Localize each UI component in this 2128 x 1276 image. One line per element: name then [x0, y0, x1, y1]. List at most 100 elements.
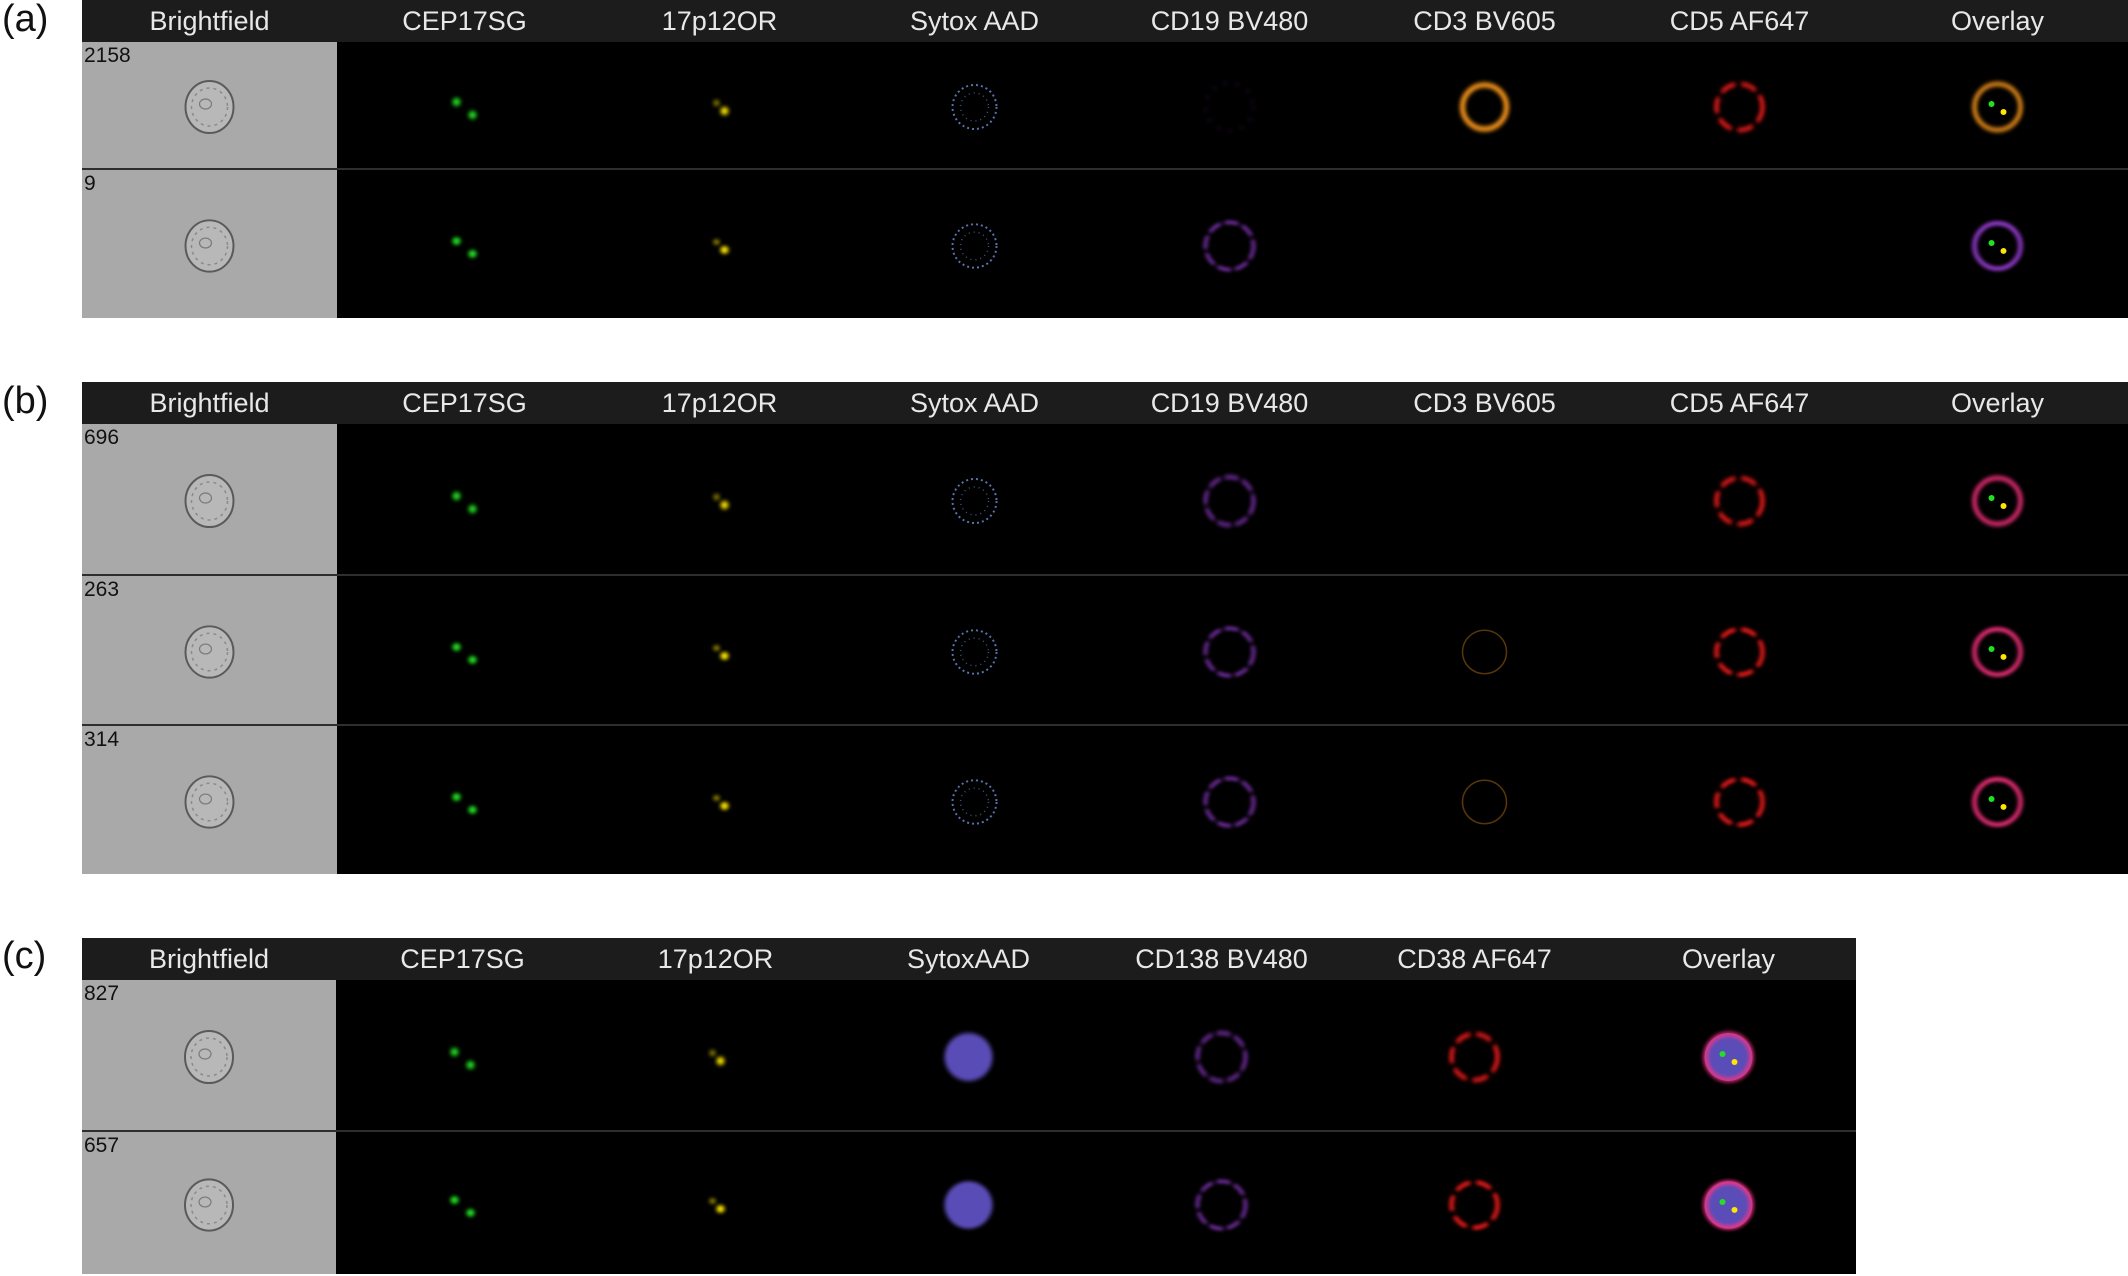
cell-image-17p12or	[592, 576, 847, 724]
channel-brightfield: Brightfield	[149, 388, 270, 418]
micrograph	[452, 98, 477, 119]
cell-image-sytox-aad	[847, 424, 1102, 574]
cell-image-cd138-bv480	[1095, 1132, 1348, 1274]
micrograph	[1357, 424, 1612, 574]
channel-cep17sg: CEP17SG	[402, 388, 527, 418]
cell-row: 696	[82, 424, 2128, 574]
micrograph	[951, 478, 998, 524]
micrograph	[1972, 221, 2023, 271]
cell-image-cd3-bv605	[1357, 424, 1612, 574]
cell-image-cd38-af647	[1348, 1132, 1601, 1274]
channel-brightfield: Brightfield	[149, 6, 270, 36]
panel-label-c: (c)	[2, 935, 47, 977]
channel-header-b: Brightfield CEP17SG 17p12OR Sytox AAD CD…	[82, 382, 2128, 424]
cell-image-cep17sg	[337, 42, 592, 168]
channel-cep17sg: CEP17SG	[402, 6, 527, 36]
cell-image-overlay	[1867, 42, 2128, 168]
cell-row: 2158	[82, 42, 2128, 168]
panel-label-a: (a)	[2, 0, 49, 40]
cell-row: 827	[82, 980, 1856, 1130]
channel-cd19-bv480: CD19 BV480	[1150, 388, 1309, 418]
object-number: 827	[84, 982, 120, 1005]
cell-image-overlay	[1867, 726, 2128, 874]
channel-17p12or: 17p12OR	[657, 944, 774, 974]
cell-image-cd3-bv605	[1357, 576, 1612, 724]
micrograph	[951, 629, 998, 675]
cell-image-sytox-aad	[847, 42, 1102, 168]
object-number: 314	[84, 728, 120, 751]
channel-cd38-af647: CD38 AF647	[1397, 944, 1552, 974]
micrograph	[944, 1181, 993, 1229]
micrograph	[1612, 170, 1867, 318]
cell-image-cd19-bv480	[1102, 42, 1357, 168]
cell-image-cd3-bv605	[1357, 170, 1612, 318]
cell-image-17p12or	[592, 726, 847, 874]
micrograph	[709, 1050, 725, 1065]
cell-image-cep17sg	[337, 576, 592, 724]
micrograph	[184, 1178, 234, 1232]
micrograph	[1703, 1032, 1754, 1082]
channel-cd19-bv480: CD19 BV480	[1150, 6, 1309, 36]
cell-image-cep17sg	[336, 980, 589, 1130]
cell-image-overlay	[1601, 980, 1856, 1130]
micrograph	[1972, 476, 2023, 526]
cell-image-sytox-aad	[847, 170, 1102, 318]
micrograph	[1204, 626, 1255, 678]
micrograph	[1204, 475, 1255, 527]
micrograph	[452, 643, 477, 664]
micrograph	[184, 219, 235, 273]
cell-image-cd19-bv480	[1102, 726, 1357, 874]
channel-17p12or: 17p12OR	[661, 388, 778, 418]
cell-image-overlay	[1867, 576, 2128, 724]
cell-image-17p12or	[592, 170, 847, 318]
cell-image-cep17sg	[337, 170, 592, 318]
micrograph	[1204, 220, 1255, 272]
micrograph	[452, 793, 477, 814]
cell-image-17p12or	[592, 42, 847, 168]
cell-image-cep17sg	[337, 424, 592, 574]
cell-image-brightfield: 696	[82, 424, 337, 574]
micrograph	[1703, 1180, 1754, 1230]
channel-sytox-aad: Sytox AAD	[909, 388, 1040, 418]
micrograph	[1714, 82, 1765, 132]
micrograph	[1196, 1179, 1247, 1231]
channel-header-a: Brightfield CEP17SG 17p12OR Sytox AAD CD…	[82, 0, 2128, 42]
micrograph	[1714, 476, 1765, 526]
cell-image-sytoxaad	[842, 1132, 1095, 1274]
channel-cd3-bv605: CD3 BV605	[1413, 6, 1556, 36]
cell-image-cd5-af647	[1612, 424, 1867, 574]
cell-image-cep17sg	[336, 1132, 589, 1274]
channel-header-c: Brightfield CEP17SG 17p12OR SytoxAAD CD1…	[82, 938, 1856, 980]
cell-image-cd5-af647	[1612, 42, 1867, 168]
micrograph	[709, 1198, 725, 1213]
cell-image-overlay	[1867, 424, 2128, 574]
cell-image-cd5-af647	[1612, 170, 1867, 318]
cell-image-sytox-aad	[847, 576, 1102, 724]
cell-image-cep17sg	[337, 726, 592, 874]
cell-image-17p12or	[592, 424, 847, 574]
micrograph	[713, 239, 729, 254]
panel-label-b: (b)	[2, 380, 49, 422]
micrograph	[1460, 82, 1509, 132]
channel-cd3-bv605: CD3 BV605	[1413, 388, 1556, 418]
micrograph	[1461, 779, 1508, 825]
channel-overlay: Overlay	[1950, 388, 2045, 418]
cell-image-cd19-bv480	[1102, 424, 1357, 574]
micrograph	[1972, 627, 2023, 677]
micrograph	[713, 795, 729, 810]
micrograph	[1357, 170, 1612, 318]
cell-image-17p12or	[589, 1132, 842, 1274]
cell-image-overlay	[1867, 170, 2128, 318]
image-grid-c: Brightfield CEP17SG 17p12OR SytoxAAD CD1…	[82, 938, 1856, 1274]
channel-17p12or: 17p12OR	[661, 6, 778, 36]
cell-row: 314	[82, 724, 2128, 874]
object-number: 696	[84, 426, 120, 449]
object-number: 2158	[84, 44, 131, 67]
micrograph	[452, 237, 477, 258]
micrograph	[1972, 777, 2023, 827]
micrograph	[1449, 1180, 1500, 1230]
channel-sytoxaad: SytoxAAD	[906, 944, 1031, 974]
cell-image-cd19-bv480	[1102, 576, 1357, 724]
cell-image-brightfield: 263	[82, 576, 337, 724]
cell-image-sytoxaad	[842, 980, 1095, 1130]
